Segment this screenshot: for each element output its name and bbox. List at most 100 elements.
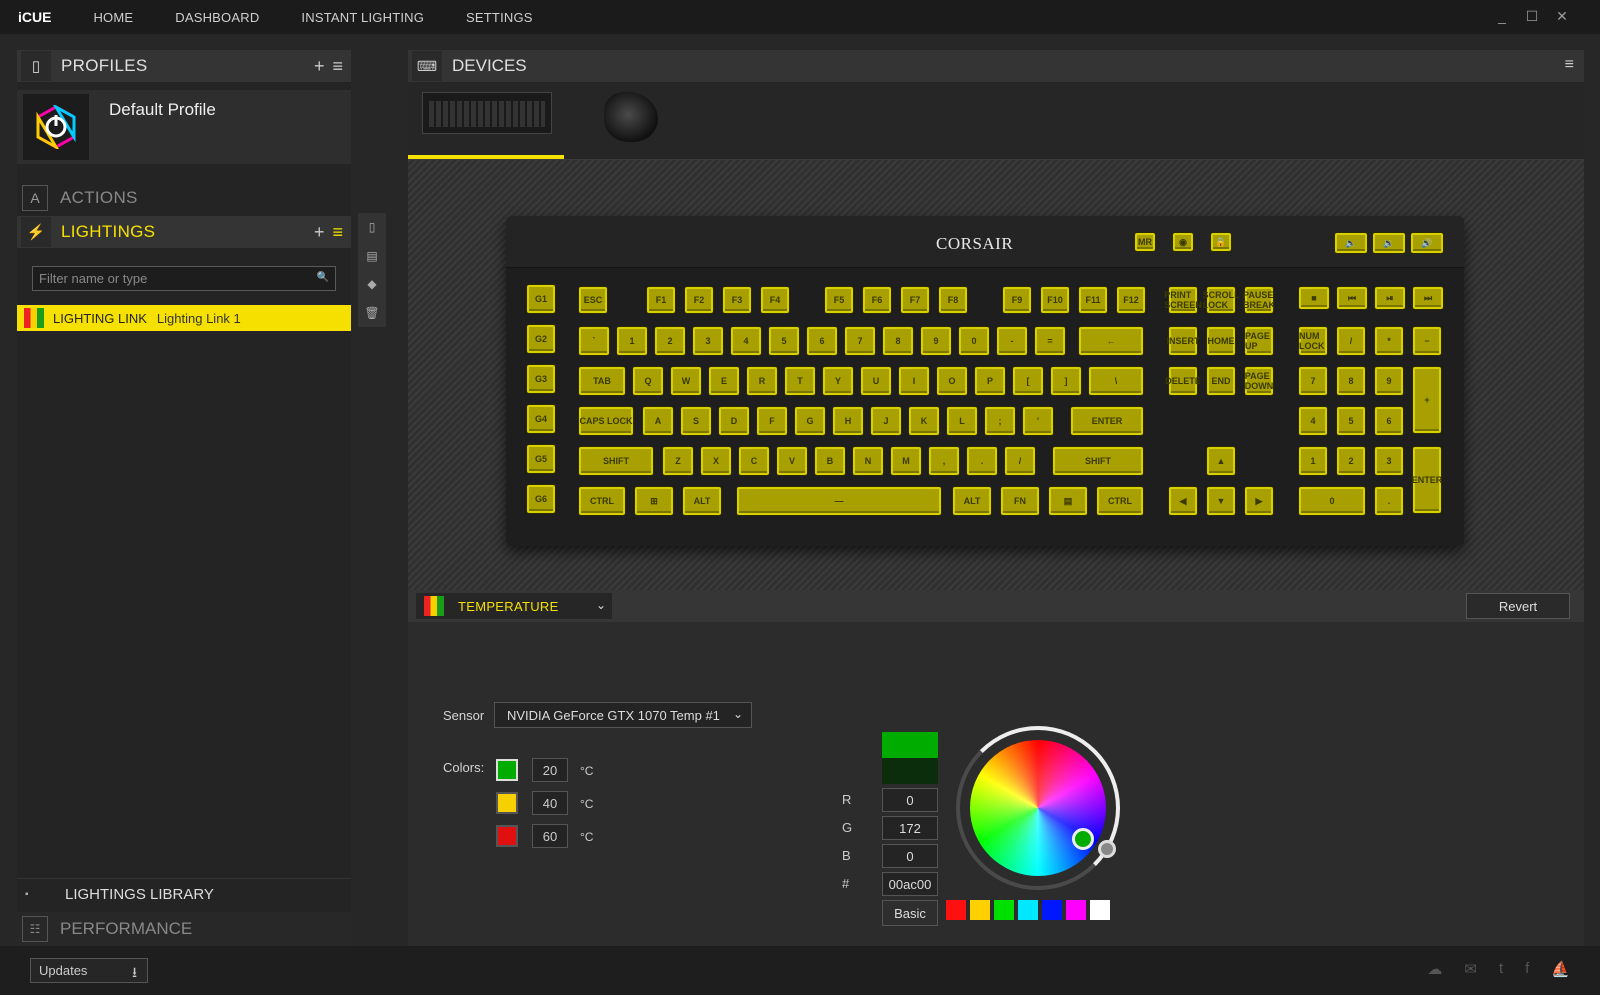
numpad-key[interactable]: . [1374,486,1404,516]
maximize-icon[interactable]: ☐ [1524,8,1540,25]
reorder-icon[interactable]: ◆ [367,277,376,291]
key[interactable]: V [776,446,808,476]
key[interactable]: HOME [1206,326,1236,356]
key[interactable]: DELETE [1165,366,1201,396]
key[interactable]: S [680,406,712,436]
top-button[interactable]: 🔒 [1210,232,1232,252]
nav-settings[interactable]: SETTINGS [466,10,533,25]
key[interactable]: D [718,406,750,436]
shift-key[interactable]: SHIFT [1052,446,1144,476]
numpad-key[interactable]: * [1374,326,1404,356]
g-key[interactable]: G3 [526,364,556,394]
numpad-key[interactable]: / [1336,326,1366,356]
color-picker-handle[interactable] [1072,828,1094,850]
key[interactable]: = [1034,326,1066,356]
media-key[interactable]: ⏮ [1336,286,1368,310]
key[interactable]: A [642,406,674,436]
key[interactable]: G [794,406,826,436]
key[interactable]: L [946,406,978,436]
key[interactable]: / [1004,446,1036,476]
key[interactable]: P [974,366,1006,396]
key[interactable]: 7 [844,326,876,356]
key[interactable]: Z [662,446,694,476]
key[interactable]: F6 [862,286,892,314]
key[interactable]: F2 [684,286,714,314]
b-input[interactable]: 0 [882,844,938,868]
effect-select[interactable]: TEMPERATURE ⌄ [416,593,612,619]
key[interactable]: Y [822,366,854,396]
arrow-down-key[interactable]: ▼ [1206,486,1236,516]
key[interactable]: F5 [824,286,854,314]
key[interactable]: U [860,366,892,396]
key[interactable]: F8 [938,286,968,314]
key[interactable]: . [966,446,998,476]
nav-home[interactable]: HOME [93,10,133,25]
numpad-key[interactable]: 3 [1374,446,1404,476]
key[interactable]: PAGE DOWN [1244,366,1274,396]
numpad-enter-key[interactable]: ENTER [1412,446,1442,514]
key[interactable]: PAUSE BREAK [1243,286,1275,314]
key[interactable]: 6 [806,326,838,356]
volume-key[interactable]: 🔈 [1334,232,1368,254]
preset-swatch[interactable] [994,900,1014,920]
key[interactable]: F3 [722,286,752,314]
key[interactable]: J [870,406,902,436]
key[interactable]: 0 [958,326,990,356]
key[interactable]: T [784,366,816,396]
key[interactable]: 3 [692,326,724,356]
volume-key[interactable]: 🔊 [1410,232,1444,254]
backspace-key[interactable]: ← [1078,326,1144,356]
top-button[interactable]: ◉ [1172,232,1194,252]
key[interactable]: 4 [730,326,762,356]
caps-lock-key[interactable]: CAPS LOCK [578,406,634,436]
key[interactable]: SCROLL LOCK [1203,286,1240,314]
numpad-key[interactable]: 7 [1298,366,1328,396]
key[interactable]: FN [1000,486,1040,516]
key[interactable]: K [908,406,940,436]
key[interactable]: F10 [1040,286,1070,314]
basic-button[interactable]: Basic [882,900,938,926]
key[interactable]: B [814,446,846,476]
numpad-key[interactable]: 9 [1374,366,1404,396]
key[interactable]: N [852,446,884,476]
key[interactable]: M [890,446,922,476]
nav-instant-lighting[interactable]: INSTANT LIGHTING [301,10,424,25]
sensor-select[interactable]: NVIDIA GeForce GTX 1070 Temp #1 ⌄ [494,702,752,728]
color-stop-1-swatch[interactable] [496,759,518,781]
key[interactable]: \ [1088,366,1144,396]
key[interactable]: PAGE UP [1244,326,1274,356]
top-button[interactable]: MR [1134,232,1156,252]
key[interactable]: INSERT [1167,326,1200,356]
numpad-key[interactable]: NUM LOCK [1298,326,1328,356]
key[interactable]: ESC [578,286,608,314]
enter-key[interactable]: ENTER [1070,406,1144,436]
twitter-icon[interactable]: t [1499,960,1503,978]
key[interactable]: CTRL [1096,486,1144,516]
key[interactable]: ALT [682,486,722,516]
numpad-key[interactable]: 2 [1336,446,1366,476]
key[interactable]: 5 [768,326,800,356]
preset-swatch[interactable] [1042,900,1062,920]
color-stop-1-temp[interactable]: 20 [532,758,568,782]
profiles-menu-icon[interactable]: ≡ [332,56,343,77]
key[interactable]: ' [1022,406,1054,436]
key[interactable]: R [746,366,778,396]
brightness-arc[interactable] [956,726,1120,890]
arrow-right-key[interactable]: ▶ [1244,486,1274,516]
preset-swatch[interactable] [1066,900,1086,920]
key[interactable]: [ [1012,366,1044,396]
r-input[interactable]: 0 [882,788,938,812]
brightness-knob[interactable] [1098,840,1116,858]
numpad-plus-key[interactable]: + [1412,366,1442,434]
devices-menu-icon[interactable]: ≡ [1565,56,1574,74]
lightings-menu-icon[interactable]: ≡ [332,222,343,243]
key[interactable]: ▤ [1048,486,1088,516]
keyboard-device-thumb[interactable] [422,92,552,134]
numpad-key[interactable]: 5 [1336,406,1366,436]
hex-input[interactable]: 00ac00 [882,872,938,896]
key[interactable]: H [832,406,864,436]
arrow-up-key[interactable]: ▲ [1206,446,1236,476]
numpad-key[interactable]: 1 [1298,446,1328,476]
paste-icon[interactable]: ▤ [366,249,377,263]
key[interactable]: F [756,406,788,436]
